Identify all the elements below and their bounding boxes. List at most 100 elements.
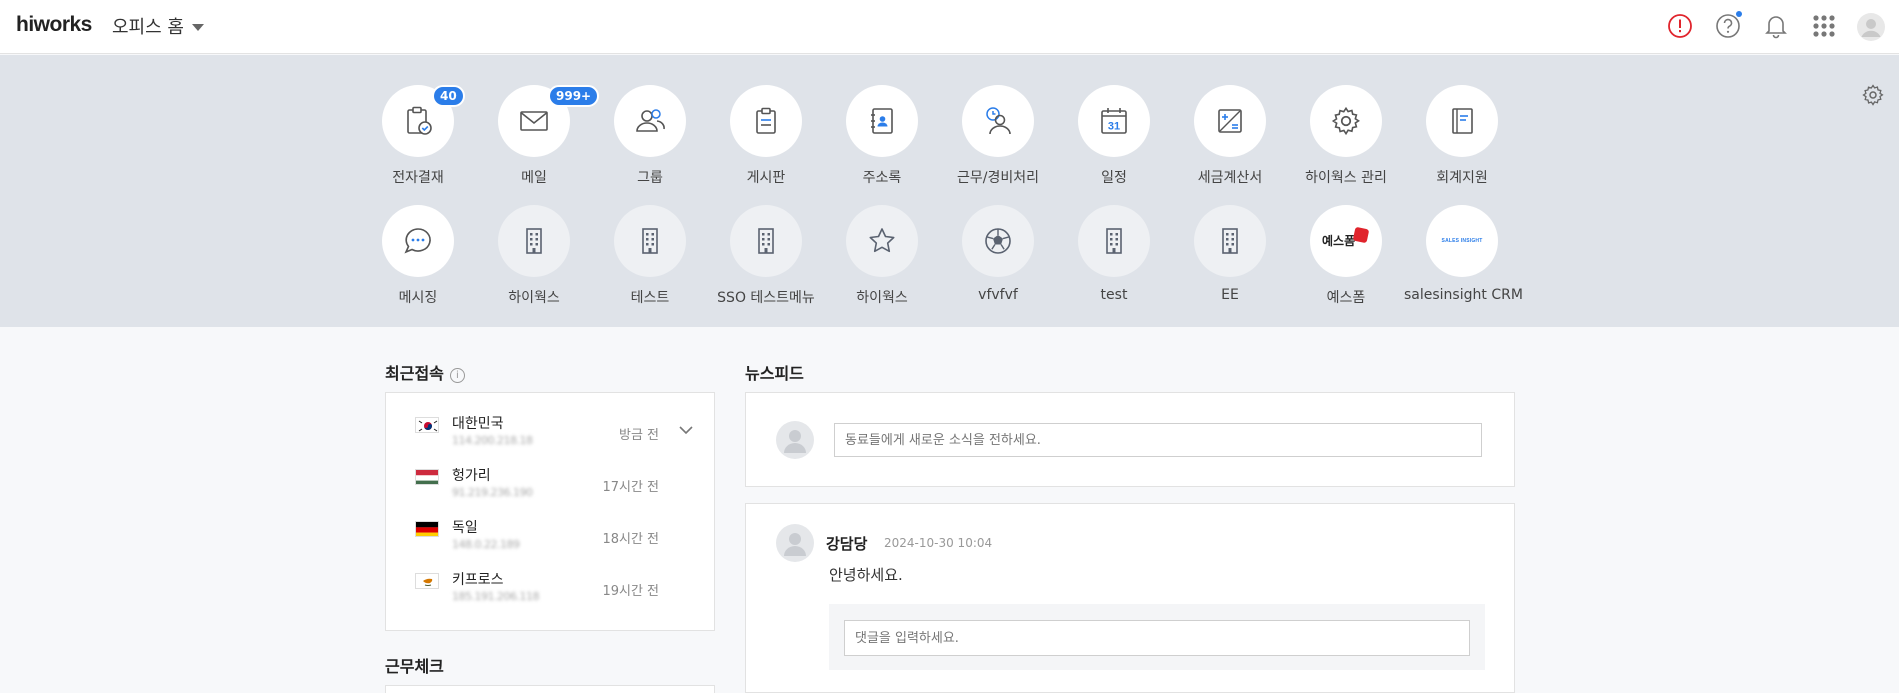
- soccer-ball-icon: [985, 228, 1011, 254]
- app-label: salesinsight CRM: [1404, 287, 1523, 303]
- app-label: 예스폼: [1326, 290, 1366, 306]
- korea-flag-icon: [415, 417, 439, 433]
- app-accounting-circle: [1426, 85, 1498, 157]
- app-admin[interactable]: 하이웍스 관리: [1288, 85, 1404, 195]
- app-test[interactable]: 테스트: [592, 205, 708, 315]
- app-calendar-circle: 31: [1078, 85, 1150, 157]
- building-icon: [1106, 228, 1122, 254]
- cyprus-flag-icon: [415, 573, 439, 589]
- app-test-lower-circle: [1078, 205, 1150, 277]
- comment-input[interactable]: [844, 620, 1470, 656]
- app-salesinsight[interactable]: SALES INSIGHT salesinsight CRM: [1404, 205, 1523, 315]
- app-mail-circle: 999+: [498, 85, 600, 157]
- app-test-circle: [614, 205, 686, 277]
- app-hiworks-custom-circle: [498, 205, 570, 277]
- my-avatar: [776, 421, 814, 459]
- board-icon: [756, 107, 776, 134]
- approval-icon: [407, 106, 432, 135]
- app-test-lower[interactable]: test: [1056, 205, 1172, 315]
- app-mail[interactable]: 999+ 메일: [476, 85, 600, 195]
- app-label: 회계지원: [1436, 170, 1488, 186]
- recent-access-card: 대한민국 114.200.218.18 방금 전 헝가리 91.219.236.…: [385, 392, 715, 631]
- help-notification-dot: [1736, 11, 1742, 17]
- ip-address: 114.200.218.18: [452, 434, 533, 447]
- access-row: 헝가리 91.219.236.190 17시간 전: [415, 465, 715, 509]
- app-label: 하이웍스: [508, 290, 560, 306]
- app-yesform[interactable]: 예스폼 예스폼: [1288, 205, 1404, 315]
- app-tax-invoice[interactable]: 세금계산서: [1172, 85, 1288, 195]
- app-approval[interactable]: 40 전자결재: [360, 85, 476, 195]
- app-hiworks-star[interactable]: 하이웍스: [824, 205, 940, 315]
- app-label: 주소록: [862, 170, 902, 186]
- address-book-icon: [871, 108, 893, 134]
- alert-icon[interactable]: [1666, 12, 1694, 40]
- app-sso-test[interactable]: SSO 테스트메뉴: [708, 205, 824, 315]
- building-icon: [1222, 228, 1238, 254]
- post-card: 강담당 2024-10-30 10:04 안녕하세요.: [745, 503, 1515, 693]
- app-work-expense-circle: [962, 85, 1034, 157]
- app-calendar[interactable]: 31 일정: [1056, 85, 1172, 195]
- app-hiworks-star-circle: [846, 205, 918, 277]
- access-time: 17시간 전: [602, 480, 659, 495]
- mail-icon: [520, 111, 548, 131]
- app-vfvfvf[interactable]: vfvfvf: [940, 205, 1056, 315]
- access-time: 18시간 전: [602, 532, 659, 547]
- app-hiworks-custom[interactable]: 하이웍스: [476, 205, 592, 315]
- app-label: 세금계산서: [1197, 170, 1263, 186]
- app-group-circle: [614, 85, 686, 157]
- accounting-icon: [1452, 108, 1473, 134]
- compose-input[interactable]: [834, 423, 1482, 457]
- user-avatar[interactable]: [1856, 12, 1886, 42]
- hungary-flag-icon: [415, 469, 439, 485]
- app-label: 일정: [1101, 170, 1127, 186]
- chevron-down-icon[interactable]: [677, 421, 695, 439]
- building-icon: [526, 228, 542, 254]
- access-time: 방금 전: [618, 428, 659, 443]
- building-icon: [642, 228, 658, 254]
- app-label: 전자결재: [392, 170, 444, 186]
- app-label: 게시판: [746, 170, 786, 186]
- app-label: vfvfvf: [978, 287, 1018, 303]
- office-home-menu[interactable]: 오피스 홈: [112, 13, 204, 39]
- app-label: test: [1100, 287, 1128, 303]
- ip-address: 91.219.236.190: [452, 486, 533, 499]
- bell-icon[interactable]: [1762, 12, 1790, 40]
- gear-icon[interactable]: [1861, 83, 1885, 107]
- access-row: 독일 148.0.22.189 18시간 전: [415, 517, 715, 561]
- apps-grid-icon[interactable]: [1810, 12, 1838, 40]
- app-address-book-circle: [846, 85, 918, 157]
- author-avatar[interactable]: [776, 524, 814, 562]
- svg-text:31: 31: [1108, 121, 1120, 133]
- app-yesform-circle: 예스폼: [1310, 205, 1382, 277]
- app-messaging[interactable]: 메시징: [360, 205, 476, 315]
- app-group[interactable]: 그룹: [592, 85, 708, 195]
- access-row: 대한민국 114.200.218.18 방금 전: [415, 413, 715, 457]
- info-icon[interactable]: i: [449, 368, 465, 383]
- post-author[interactable]: 강담당: [826, 533, 867, 554]
- group-icon: [636, 109, 665, 132]
- app-ee[interactable]: EE: [1172, 205, 1288, 315]
- yesform-logo: 예스폼: [1322, 226, 1370, 252]
- help-icon[interactable]: [1714, 11, 1742, 40]
- hiworks-logo[interactable]: hiworks: [16, 13, 92, 37]
- app-work-expense[interactable]: 근무/경비처리: [940, 85, 1056, 195]
- app-label: 테스트: [630, 290, 670, 306]
- ip-address: 185.191.206.118: [452, 590, 539, 603]
- app-address-book[interactable]: 주소록: [824, 85, 940, 195]
- comment-area: [829, 604, 1485, 670]
- app-label: EE: [1221, 287, 1239, 303]
- germany-flag-icon: [415, 521, 439, 537]
- app-label: 메일: [521, 170, 547, 186]
- app-approval-circle: 40: [382, 85, 465, 157]
- app-board[interactable]: 게시판: [708, 85, 824, 195]
- country-name: 헝가리: [452, 468, 491, 484]
- work-check-card: [385, 685, 715, 693]
- app-vfvfvf-circle: [962, 205, 1034, 277]
- office-home-label: 오피스 홈: [112, 17, 184, 38]
- star-icon: [869, 228, 895, 253]
- newsfeed-title: 뉴스피드: [745, 364, 804, 383]
- approval-count-badge: 40: [432, 85, 465, 107]
- app-ee-circle: [1194, 205, 1266, 277]
- app-accounting[interactable]: 회계지원: [1404, 85, 1520, 195]
- recent-access-title: 최근접속 i: [385, 360, 465, 384]
